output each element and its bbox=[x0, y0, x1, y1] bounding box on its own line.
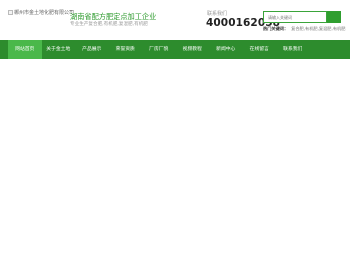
nav-item-factory[interactable]: 厂房厂貌 bbox=[142, 40, 176, 59]
nav-item-products[interactable]: 产品展示 bbox=[75, 40, 109, 59]
main-nav: 网站首页 关于金土地 产品展示 荣誉资质 厂房厂貌 视频教程 新闻中心 在线留言… bbox=[0, 40, 350, 59]
header: 郴州市金土地化肥有限公司 湖南省配方肥定点加工企业 专业生产复合肥,有机肥,复混… bbox=[0, 0, 350, 40]
hot-keywords-label: 热门关键词： bbox=[263, 26, 289, 31]
hot-keywords: 热门关键词： 复合肥,有机肥,复混肥,有机肥 bbox=[263, 26, 345, 32]
page: 郴州市金土地化肥有限公司 湖南省配方肥定点加工企业 专业生产复合肥,有机肥,复混… bbox=[0, 0, 350, 263]
nav-item-contact[interactable]: 联系我们 bbox=[276, 40, 310, 59]
nav-item-home[interactable]: 网站首页 bbox=[8, 40, 42, 59]
nav-item-honors[interactable]: 荣誉资质 bbox=[109, 40, 143, 59]
broken-image-icon bbox=[8, 10, 13, 15]
nav-item-about[interactable]: 关于金土地 bbox=[42, 40, 76, 59]
site-title: 湖南省配方肥定点加工企业 bbox=[70, 12, 157, 21]
nav-item-videos[interactable]: 视频教程 bbox=[176, 40, 210, 59]
search-button[interactable] bbox=[327, 11, 341, 23]
site-slogan: 专业生产复合肥,有机肥,复混肥,有机肥 bbox=[70, 22, 148, 27]
nav-item-message[interactable]: 在线留言 bbox=[243, 40, 277, 59]
hot-keywords-list[interactable]: 复合肥,有机肥,复混肥,有机肥 bbox=[291, 26, 345, 31]
logo-alt-text: 郴州市金土地化肥有限公司 bbox=[14, 10, 75, 16]
nav-item-news[interactable]: 新闻中心 bbox=[209, 40, 243, 59]
search-input[interactable] bbox=[263, 11, 327, 23]
logo[interactable]: 郴州市金土地化肥有限公司 bbox=[8, 10, 74, 16]
